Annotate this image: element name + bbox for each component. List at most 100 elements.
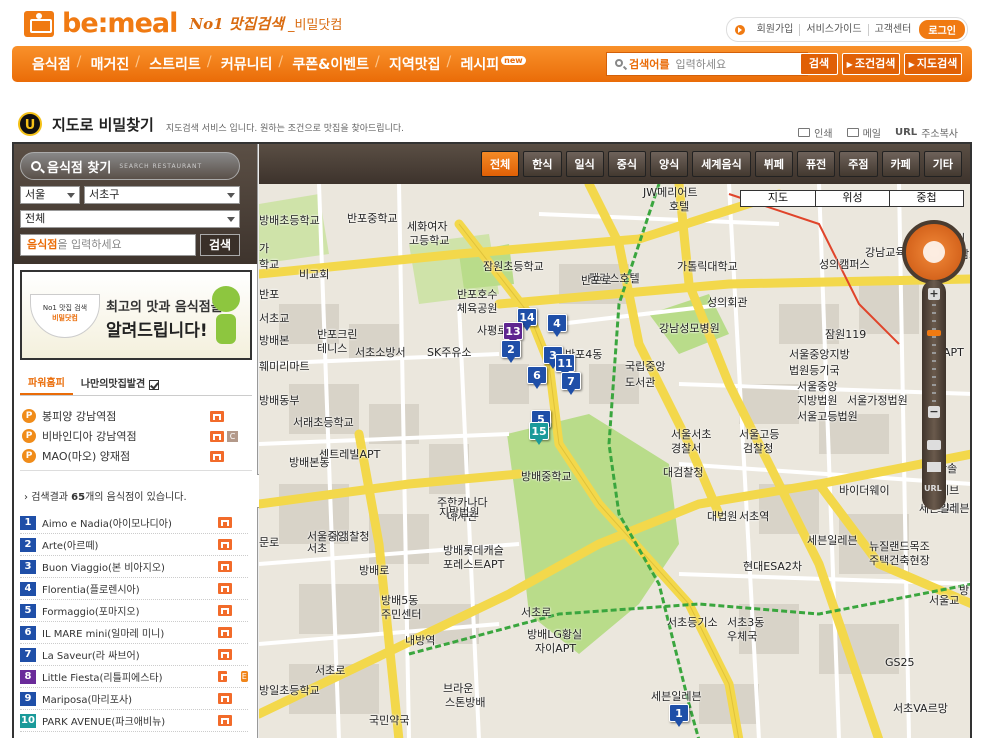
restaurant-search-button[interactable]: 검색 (200, 234, 240, 256)
power-item[interactable]: P 봉피양 강남역점 (22, 406, 250, 426)
promo-banner[interactable]: No1 맛집 검색 비밀닷컴 최고의 맛과 음식점을 알려드립니다! (20, 270, 252, 360)
category-tab[interactable]: 뷔페 (754, 151, 793, 177)
customer-center-link[interactable]: 고객센터 (869, 24, 918, 36)
url-map-icon[interactable]: URL (924, 484, 942, 493)
map-search-button[interactable]: ▶ 지도검색 (904, 53, 962, 75)
nav-street[interactable]: 스트리트 (135, 54, 211, 74)
map-pin[interactable]: 2 (501, 340, 521, 363)
result-item[interactable]: 7 La Saveur(라 싸브어) (20, 644, 248, 666)
result-item[interactable]: 1 Aimo e Nadia(아이모나디아) (20, 512, 248, 534)
homepage-icon[interactable] (218, 561, 232, 572)
homepage-icon[interactable] (210, 430, 224, 442)
power-item-name[interactable]: MAO(마오) 양재점 (42, 448, 210, 464)
event-badge[interactable]: E (240, 671, 248, 682)
mail-button[interactable]: 메일 (846, 125, 881, 140)
map-pin[interactable]: 6 (527, 366, 547, 389)
category-tab[interactable]: 양식 (650, 151, 689, 177)
checkbox-icon[interactable] (149, 379, 160, 390)
result-name[interactable]: Formaggio(포마지오) (42, 603, 218, 618)
tab-my-discovery[interactable]: 나만의맛집발견 (73, 374, 167, 395)
print-map-icon[interactable] (927, 440, 941, 450)
cond-search-button[interactable]: ▶ 조건검색 (842, 53, 900, 75)
power-item-name[interactable]: 비바인디아 강남역점 (42, 428, 210, 444)
map-type-hybrid[interactable]: 중첩 (889, 191, 963, 206)
result-item[interactable]: 9 Mariposa(마리포사) (20, 688, 248, 710)
result-number: 4 (20, 581, 36, 596)
category-tab[interactable]: 세계음식 (692, 151, 751, 177)
result-item[interactable]: 3 Buon Viaggio(본 비아지오) (20, 556, 248, 578)
homepage-icon[interactable] (218, 627, 232, 638)
homepage-icon[interactable] (218, 539, 232, 550)
nav-magazine[interactable]: 매거진 (77, 54, 140, 74)
signup-link[interactable]: 회원가입 (751, 23, 801, 36)
map-pin[interactable]: 15 (529, 422, 549, 445)
result-name[interactable]: Mariposa(마리포사) (42, 691, 218, 706)
map-pin[interactable]: 1 (669, 704, 689, 727)
map-type-satellite[interactable]: 위성 (815, 191, 889, 206)
site-logo[interactable]: be:meal No1 맛집검색 _비밀닷컴 (24, 8, 342, 39)
homepage-icon[interactable] (210, 410, 224, 422)
zoom-slider-handle[interactable] (927, 330, 941, 336)
service-guide-link[interactable]: 서비스가이드 (800, 23, 869, 36)
map-type-map[interactable]: 지도 (741, 191, 815, 206)
category-tab[interactable]: 퓨전 (797, 151, 836, 177)
power-item-name[interactable]: 봉피양 강남역점 (42, 408, 210, 424)
result-name[interactable]: Florentia(플로렌시아) (42, 581, 218, 596)
result-name[interactable]: PARK AVENUE(파크애비뉴) (42, 713, 218, 728)
category-select[interactable]: 전체 (20, 210, 240, 228)
pan-dial-icon[interactable] (902, 220, 966, 284)
category-tab[interactable]: 주점 (839, 151, 878, 177)
map-pin[interactable]: 4 (547, 314, 567, 337)
result-item[interactable]: 4 Florentia(플로렌시아) (20, 578, 248, 600)
result-item[interactable]: 5 Formaggio(포마지오) (20, 600, 248, 622)
result-name[interactable]: Aimo e Nadia(아이모나디아) (42, 515, 218, 530)
nav-restaurant[interactable]: 음식점 (22, 54, 81, 74)
global-search-button[interactable]: 검색 (800, 53, 838, 75)
nav-community[interactable]: 커뮤니티 (207, 54, 283, 74)
homepage-icon[interactable] (218, 715, 232, 726)
homepage-icon[interactable] (218, 517, 232, 528)
result-name[interactable]: La Saveur(라 싸브어) (42, 647, 218, 662)
homepage-icon[interactable] (218, 605, 232, 616)
result-name[interactable]: Buon Viaggio(본 비아지오) (42, 559, 218, 574)
homepage-icon[interactable] (218, 649, 232, 660)
power-item[interactable]: P MAO(마오) 양재점 (22, 446, 250, 466)
login-button[interactable]: 로그인 (919, 20, 965, 39)
map-label: 서초역 (739, 510, 770, 523)
homepage-icon[interactable] (218, 583, 232, 594)
result-item[interactable]: 6 IL MARE mini(일마레 미니) (20, 622, 248, 644)
category-tab[interactable]: 한식 (523, 151, 562, 177)
city-select[interactable]: 서울 (20, 186, 80, 204)
map-canvas[interactable]: 지도 위성 중첩 JW메리어트 호텔 반포중학교 세화여자 고등학교 잠원초등학교 가톨릭대… (259, 184, 970, 738)
mail-map-icon[interactable] (927, 462, 941, 472)
nav-local[interactable]: 지역맛집 (375, 54, 451, 74)
category-tab[interactable]: 일식 (565, 151, 604, 177)
zoom-out-button[interactable]: − (928, 406, 940, 418)
power-item[interactable]: P 비바인디아 강남역점 C (22, 426, 250, 446)
category-tab[interactable]: 기타 (923, 151, 962, 177)
result-name[interactable]: Arte(아르떼) (42, 537, 218, 552)
zoom-in-button[interactable]: + (928, 288, 940, 300)
tab-power-homepage[interactable]: 파워홈피 (20, 374, 73, 395)
result-name[interactable]: IL MARE mini(일마레 미니) (42, 625, 218, 640)
map-label: SK주유소 (427, 346, 472, 359)
homepage-icon[interactable] (218, 693, 232, 704)
district-select[interactable]: 서초구 (84, 186, 240, 204)
nav-coupon-event[interactable]: 쿠폰&이벤트 (278, 54, 379, 74)
result-name[interactable]: Little Fiesta(리틀피에스타) (42, 669, 218, 684)
result-item[interactable]: 8 Little Fiesta(리틀피에스타) E (20, 666, 248, 688)
restaurant-keyword-input[interactable]: 음식점을 입력하세요 (20, 234, 196, 256)
print-button[interactable]: 인쇄 (798, 125, 833, 140)
result-item[interactable]: 2 Arte(아르떼) (20, 534, 248, 556)
map-pin[interactable]: 7 (561, 372, 581, 395)
global-search-input[interactable]: 검색어를 입력하세요 (606, 52, 808, 76)
coupon-badge[interactable]: C (227, 430, 238, 442)
homepage-icon[interactable] (210, 450, 224, 462)
result-item[interactable]: 10 PARK AVENUE(파크애비뉴) (20, 710, 248, 732)
category-tab[interactable]: 중식 (607, 151, 647, 177)
copy-url-button[interactable]: URL 주소복사 (895, 125, 958, 140)
category-tab[interactable]: 전체 (481, 151, 520, 177)
category-tab[interactable]: 카페 (881, 151, 920, 177)
homepage-icon[interactable] (218, 671, 229, 682)
nav-recipe[interactable]: 레시피new (446, 54, 535, 74)
